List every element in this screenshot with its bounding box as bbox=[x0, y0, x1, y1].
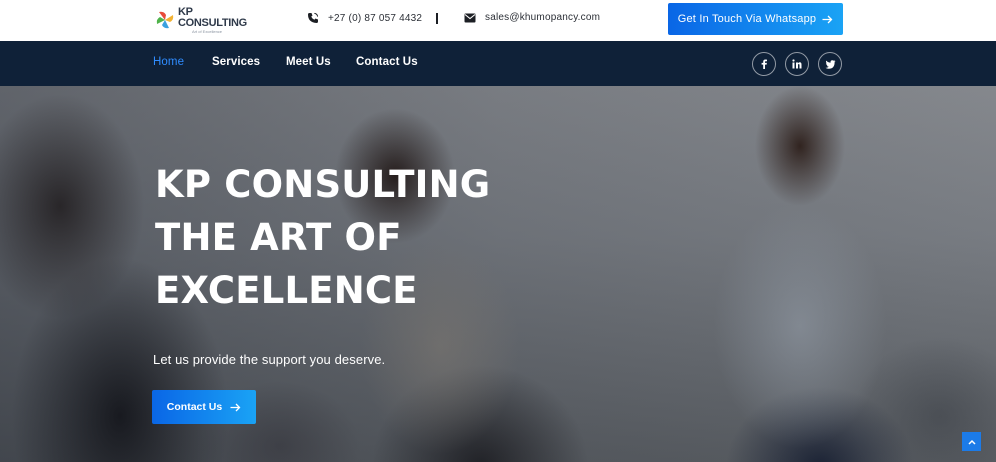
logo-name: KP CONSULTING bbox=[178, 5, 247, 29]
twitter-icon[interactable] bbox=[818, 52, 842, 76]
logo-tagline: Art of Excellence bbox=[192, 28, 223, 34]
chevron-up-icon bbox=[967, 439, 976, 445]
whatsapp-button-label: Get In Touch Via Whatsapp bbox=[677, 13, 817, 25]
email-address: sales@khumopancy.com bbox=[485, 12, 601, 23]
scroll-to-top-button[interactable] bbox=[962, 432, 981, 451]
hero-subtitle: Let us provide the support you deserve. bbox=[153, 352, 386, 367]
arrow-right-icon bbox=[822, 15, 833, 23]
linkedin-icon[interactable] bbox=[785, 52, 809, 76]
top-bar: KP CONSULTING Art of Excellence +27 (0) … bbox=[0, 0, 996, 41]
arrow-right-icon bbox=[230, 403, 241, 411]
contact-us-button-label: Contact Us bbox=[166, 401, 223, 413]
nav-meet-us[interactable]: Meet Us bbox=[286, 56, 331, 68]
hero-title-line: EXCELLENCE bbox=[155, 269, 418, 312]
logo-mark-icon bbox=[155, 10, 175, 30]
logo[interactable]: KP CONSULTING Art of Excellence bbox=[155, 5, 247, 34]
contact-us-button[interactable]: Contact Us bbox=[152, 390, 256, 424]
envelope-icon bbox=[464, 13, 476, 22]
hero-title-line: KP CONSULTING bbox=[155, 163, 491, 206]
facebook-icon[interactable] bbox=[752, 52, 776, 76]
phone-contact[interactable]: +27 (0) 87 057 4432 bbox=[307, 12, 422, 24]
hero-title: KP CONSULTING THE ART OF EXCELLENCE bbox=[155, 158, 490, 317]
nav-services[interactable]: Services bbox=[212, 56, 260, 68]
main-nav: Home Services Meet Us Contact Us bbox=[0, 41, 996, 86]
contact-divider bbox=[436, 13, 438, 24]
email-contact[interactable]: sales@khumopancy.com bbox=[464, 12, 600, 23]
whatsapp-button[interactable]: Get In Touch Via Whatsapp bbox=[668, 3, 843, 35]
hero-background-image bbox=[0, 86, 996, 462]
nav-home[interactable]: Home bbox=[153, 56, 184, 68]
phone-icon bbox=[308, 12, 319, 23]
hero-title-line: THE ART OF bbox=[155, 216, 402, 259]
nav-contact-us[interactable]: Contact Us bbox=[356, 56, 418, 68]
phone-number: +27 (0) 87 057 4432 bbox=[328, 12, 423, 24]
